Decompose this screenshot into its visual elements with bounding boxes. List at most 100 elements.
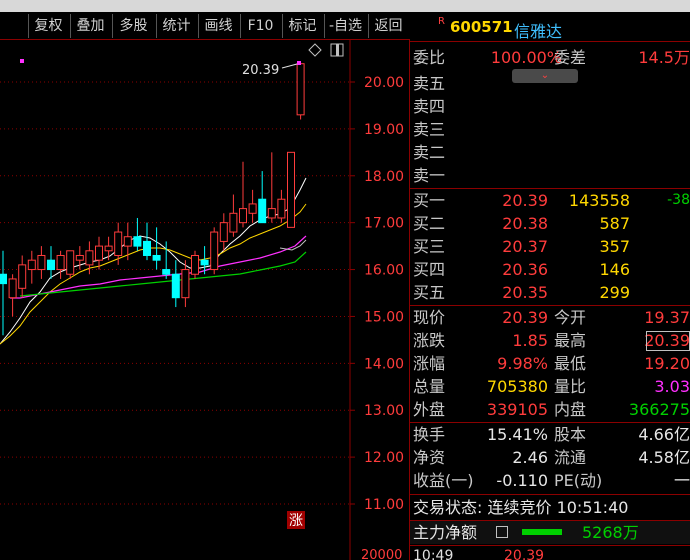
magenta-marker (20, 59, 24, 63)
sell-label: 卖二 (413, 143, 446, 162)
buy-row[interactable]: 买一 20.39 143558 -38 (410, 189, 690, 212)
volume-axis-label: 20000 (361, 548, 402, 560)
candle-body (267, 208, 276, 219)
price-tick-label: 15.00 (364, 309, 404, 325)
margin-flag: R (438, 16, 445, 27)
tick-row: 10:49 20.39 (410, 547, 690, 560)
limit-up-tag: 涨 (289, 513, 303, 529)
price-tick-label: 16.00 (364, 263, 404, 279)
high-price-marker: 20.39 (242, 63, 279, 78)
candle-body (27, 259, 36, 271)
toolbar-button-overlay[interactable]: 叠加 (70, 14, 110, 38)
toolbar-button-statistics[interactable]: 统计 (156, 14, 196, 38)
buy-price: 20.37 (502, 237, 548, 256)
candle-body (114, 231, 123, 256)
candle-body (75, 254, 84, 261)
toolbar-button-multi-stock[interactable]: 多股 (112, 14, 154, 38)
buy-row[interactable]: 买三 20.37 357 (410, 235, 690, 258)
diff-label: 委差 (554, 48, 587, 67)
candle-body (56, 254, 65, 271)
chart-toolbar: 复权 叠加 多股 统计 画线 F10 标记 -自选 返回 (0, 12, 410, 40)
candle-body (104, 245, 113, 252)
stat-label: 外盘 (413, 400, 446, 419)
sell-label: 卖四 (413, 97, 446, 116)
sell-row: 卖三 (410, 118, 690, 141)
sell-row: 卖一 (410, 164, 690, 187)
stat-label: 现价 (413, 308, 446, 327)
candlesticks (0, 63, 305, 336)
stat-label: 最高 (554, 331, 587, 350)
candle-body (95, 245, 103, 261)
stat-value: 19.20 (644, 354, 690, 373)
window-title-strip (0, 0, 690, 12)
candle-body (239, 208, 247, 224)
buy-volume: 357 (599, 237, 630, 256)
candle-body (143, 240, 151, 256)
stat-label: 总量 (413, 377, 446, 396)
stock-name[interactable]: 信雅达 (514, 18, 562, 42)
candle-body (123, 236, 132, 247)
quote-header: R 600571 信雅达 (410, 12, 690, 42)
candle-body (8, 278, 17, 299)
buy-price: 20.39 (502, 191, 548, 210)
toolbar-button-adjust[interactable]: 复权 (28, 14, 68, 38)
candle-body (133, 236, 142, 247)
main-force-value: 5268万 (582, 523, 639, 542)
fund-label: 换手 (413, 425, 446, 444)
candle-body (200, 259, 209, 266)
candle-body (85, 250, 94, 266)
buy-price: 20.38 (502, 214, 548, 233)
diamond-icon[interactable] (308, 43, 322, 57)
buy-label: 买二 (413, 214, 446, 233)
buy-row[interactable]: 买五 20.35 299 (410, 281, 690, 304)
list-icon[interactable] (496, 526, 508, 538)
price-tick-label: 14.00 (364, 356, 404, 372)
ma10-line (0, 203, 307, 345)
buy-volume: 143558 (568, 191, 630, 210)
sell-label: 卖五 (413, 74, 446, 93)
sell-label: 卖一 (413, 166, 446, 185)
order-ratio-row: 委比 100.00% 委差 14.5万 (410, 46, 690, 69)
candle-body (287, 151, 295, 228)
trade-status: 交易状态: 连续竞价 10:51:40 (413, 498, 629, 517)
buy-change: -38 (667, 192, 690, 208)
stat-label: 内盘 (554, 400, 587, 419)
tick-price: 20.39 (504, 548, 545, 560)
candle-body (219, 222, 228, 242)
fund-label: 流通 (554, 448, 587, 467)
stat-row: 总量 705380 量比 3.03 (410, 375, 690, 398)
status-divider (410, 494, 690, 495)
high-price-dot (297, 61, 301, 65)
stat-label: 涨幅 (413, 354, 446, 373)
toolbar-button-back[interactable]: 返回 (368, 14, 408, 38)
toolbar-button-draw-line[interactable]: 画线 (198, 14, 238, 38)
stat-value: 20.39 (502, 308, 548, 327)
price-tick-label: 17.00 (364, 216, 404, 232)
kline-chart[interactable]: 20.00 19.00 18.00 17.00 16.00 15.00 14.00 13.00… (0, 40, 410, 560)
sell-label: 卖三 (413, 120, 446, 139)
buy-volume: 299 (599, 283, 630, 302)
stat-value: 705380 (486, 377, 548, 396)
stat-value: 3.03 (654, 377, 690, 396)
toolbar-button-f10[interactable]: F10 (240, 14, 280, 38)
price-tick-label: 18.00 (364, 169, 404, 185)
toolbar-button-mark[interactable]: 标记 (282, 14, 322, 38)
stock-code[interactable]: 600571 (450, 18, 513, 36)
buy-row[interactable]: 买二 20.38 587 (410, 212, 690, 235)
fund-row: 收益(一) -0.110 PE(动) 一 (410, 469, 690, 492)
buy-price: 20.36 (502, 260, 548, 279)
high-price-highlight (646, 331, 690, 351)
tick-time: 10:49 (413, 548, 454, 560)
candle-body (0, 273, 7, 285)
buy-volume: 146 (599, 260, 630, 279)
stat-label: 今开 (554, 308, 587, 327)
buy-volume: 587 (599, 214, 630, 233)
buy-row[interactable]: 买四 20.36 146 (410, 258, 690, 281)
main-force-row[interactable]: 主力净额 5268万 (410, 521, 690, 544)
candle-body (258, 198, 267, 224)
toolbar-button-remove-watchlist[interactable]: -自选 (324, 14, 366, 38)
stat-value: 1.85 (512, 331, 548, 350)
fund-label: 收益(一) (413, 471, 474, 490)
fund-row: 换手 15.41% 股本 4.66亿 (410, 423, 690, 446)
candle-body (171, 273, 180, 299)
